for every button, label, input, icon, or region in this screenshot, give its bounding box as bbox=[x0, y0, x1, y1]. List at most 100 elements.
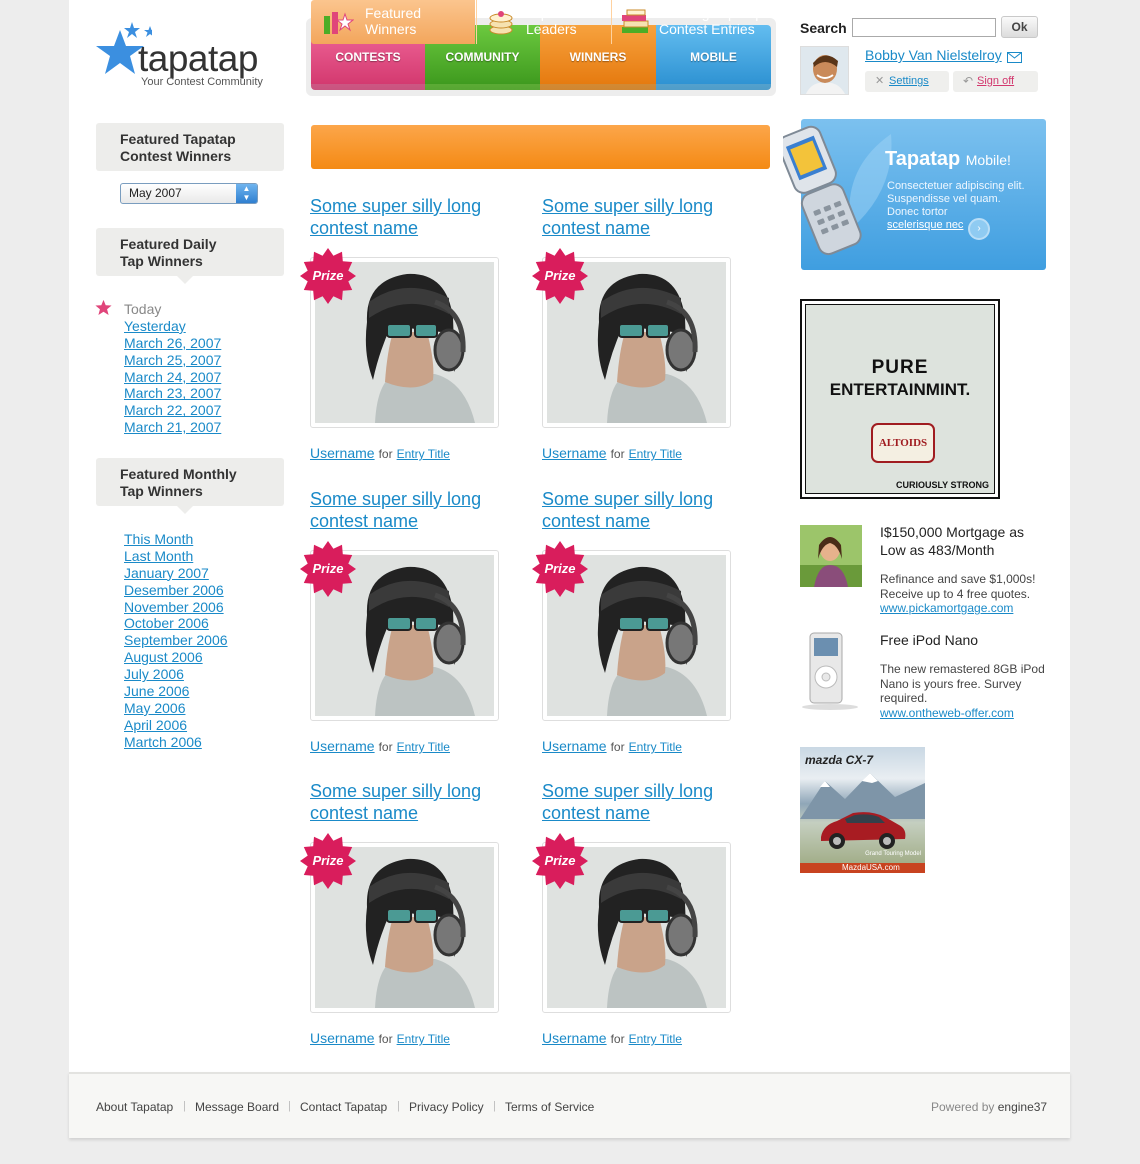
mobile-arrow-button[interactable]: › bbox=[968, 218, 990, 240]
search-ok-button[interactable]: Ok bbox=[1001, 16, 1038, 38]
entry-title-link[interactable]: Entry Title bbox=[397, 447, 450, 461]
settings-button[interactable]: ✕ Settings bbox=[865, 71, 949, 92]
ipod-nano-image[interactable] bbox=[800, 631, 862, 711]
trophy-icon bbox=[324, 12, 354, 34]
footer-link-terms[interactable]: Terms of Service bbox=[505, 1100, 594, 1114]
entry-title-link[interactable]: Entry Title bbox=[629, 447, 682, 461]
mortgage-ad-title[interactable]: I$150,000 Mortgage as Low as 483/Month bbox=[880, 523, 1050, 559]
subnav-featured-winners[interactable]: Featured Winners bbox=[311, 0, 475, 44]
contest-title-link[interactable]: Some super silly long contest name bbox=[310, 488, 510, 532]
daily-item[interactable]: March 22, 2007 bbox=[124, 402, 221, 419]
signoff-button[interactable]: ↶ Sign off bbox=[953, 71, 1038, 92]
featured-contest-heading: Featured Tapatap Contest Winners bbox=[96, 123, 284, 171]
footer-link-contact[interactable]: Contact Tapatap bbox=[300, 1100, 387, 1114]
select-arrows-icon: ▲ ▼ bbox=[236, 184, 257, 203]
daily-item[interactable]: March 26, 2007 bbox=[124, 335, 221, 352]
entry-title-link[interactable]: Entry Title bbox=[629, 1032, 682, 1046]
mobile-text: Consectetuer adipiscing elit. Suspendiss… bbox=[887, 180, 1025, 231]
entry-title-link[interactable]: Entry Title bbox=[397, 1032, 450, 1046]
entry-username-link[interactable]: Username bbox=[542, 738, 607, 754]
monthly-list: This Month Last Month January 2007 Desem… bbox=[124, 531, 228, 751]
monthly-item[interactable]: Desember 2006 bbox=[124, 582, 228, 599]
monthly-item[interactable]: November 2006 bbox=[124, 599, 228, 616]
daily-winners-heading: Featured Daily Tap Winners bbox=[96, 228, 284, 284]
ad-tagline: CURIOUSLY STRONG bbox=[895, 480, 989, 490]
monthly-item[interactable]: Martch 2006 bbox=[124, 734, 228, 751]
monthly-item[interactable]: September 2006 bbox=[124, 632, 228, 649]
daily-item[interactable]: March 23, 2007 bbox=[124, 385, 221, 402]
contest-byline: Username for Entry Title bbox=[542, 1030, 682, 1046]
phone-icon bbox=[783, 125, 862, 256]
mazda-caption: Grand Touring Model bbox=[865, 851, 921, 857]
contest-byline: Username for Entry Title bbox=[310, 1030, 450, 1046]
month-select[interactable]: May 2007 ▲ ▼ bbox=[120, 183, 258, 204]
daily-item[interactable]: March 25, 2007 bbox=[124, 352, 221, 369]
footer-link-privacy[interactable]: Privacy Policy bbox=[409, 1100, 484, 1114]
prize-badge: Prize bbox=[532, 833, 588, 889]
entry-username-link[interactable]: Username bbox=[310, 1030, 375, 1046]
contest-title-link[interactable]: Some super silly long contest name bbox=[542, 195, 742, 239]
entry-title-link[interactable]: Entry Title bbox=[629, 740, 682, 754]
monthly-winners-heading: Featured Monthly Tap Winners bbox=[96, 458, 284, 514]
daily-item-today: Today bbox=[124, 301, 162, 317]
monthly-item[interactable]: May 2006 bbox=[124, 700, 228, 717]
prize-badge: Prize bbox=[532, 248, 588, 304]
daily-item[interactable]: March 21, 2007 bbox=[124, 419, 221, 436]
ad-headline-1: PURE bbox=[871, 357, 929, 378]
footer-link-message-board[interactable]: Message Board bbox=[195, 1100, 279, 1114]
subnav-winning-entries[interactable]: Winning Tapatap Contest Entries bbox=[611, 0, 770, 44]
contest-byline: Username for Entry Title bbox=[542, 738, 682, 754]
footer-link-about[interactable]: About Tapatap bbox=[96, 1100, 173, 1114]
mazda-url-bar: MazdaUSA.com bbox=[800, 863, 925, 873]
mazda-ad[interactable]: mazda CX-7 Grand Touring Model MazdaUSA.… bbox=[800, 747, 925, 873]
prize-badge: Prize bbox=[300, 248, 356, 304]
monthly-item[interactable]: April 2006 bbox=[124, 717, 228, 734]
monthly-item[interactable]: This Month bbox=[124, 531, 228, 548]
winners-subnav bbox=[311, 125, 770, 169]
altoids-tin: ALTOIDS bbox=[871, 423, 935, 463]
monthly-item[interactable]: October 2006 bbox=[124, 615, 228, 632]
prize-badge: Prize bbox=[532, 541, 588, 597]
mail-icon[interactable] bbox=[1007, 52, 1022, 63]
ipod-ad-title[interactable]: Free iPod Nano bbox=[880, 631, 1050, 649]
subnav-tap-leaders[interactable]: Tap Leaders bbox=[476, 0, 610, 44]
contest-title-link[interactable]: Some super silly long contest name bbox=[310, 780, 510, 824]
daily-list: Today Yesterday March 26, 2007 March 25,… bbox=[124, 301, 221, 436]
ipod-ad-desc: The new remastered 8GB iPod Nano is your… bbox=[880, 662, 1045, 720]
search-label: Search bbox=[800, 20, 847, 36]
entry-username-link[interactable]: Username bbox=[542, 1030, 607, 1046]
contest-title-link[interactable]: Some super silly long contest name bbox=[542, 780, 742, 824]
logo-tagline: Your Contest Community bbox=[141, 76, 263, 88]
mortgage-ad-desc: Refinance and save $1,000s! Receive up t… bbox=[880, 572, 1045, 616]
monthly-item[interactable]: July 2006 bbox=[124, 666, 228, 683]
contest-byline: Username for Entry Title bbox=[310, 738, 450, 754]
daily-item[interactable]: March 24, 2007 bbox=[124, 369, 221, 386]
contest-title-link[interactable]: Some super silly long contest name bbox=[310, 195, 510, 239]
monthly-item[interactable]: June 2006 bbox=[124, 683, 228, 700]
mortgage-ad-url[interactable]: www.pickamortgage.com bbox=[880, 601, 1045, 616]
mazda-logo: mazda CX-7 bbox=[805, 753, 874, 767]
monthly-item[interactable]: Last Month bbox=[124, 548, 228, 565]
entry-username-link[interactable]: Username bbox=[310, 738, 375, 754]
mobile-title: Tapatap Mobile! bbox=[885, 148, 1011, 170]
monthly-item[interactable]: August 2006 bbox=[124, 649, 228, 666]
contest-byline: Username for Entry Title bbox=[310, 445, 450, 461]
contest-title-link[interactable]: Some super silly long contest name bbox=[542, 488, 742, 532]
mobile-link[interactable]: scelerisque nec bbox=[887, 219, 963, 231]
search-input[interactable] bbox=[852, 18, 996, 37]
coins-icon bbox=[489, 11, 513, 35]
footer-separator: | bbox=[397, 1100, 400, 1112]
prize-badge: Prize bbox=[300, 833, 356, 889]
daily-item[interactable]: Yesterday bbox=[124, 318, 221, 335]
user-avatar[interactable] bbox=[800, 46, 849, 95]
mortgage-ad-photo[interactable] bbox=[800, 525, 862, 587]
altoids-ad[interactable]: PURE ENTERTAINMINT. ALTOIDS CURIOUSLY ST… bbox=[800, 299, 1000, 499]
entry-username-link[interactable]: Username bbox=[542, 445, 607, 461]
prize-badge: Prize bbox=[300, 541, 356, 597]
monthly-item[interactable]: January 2007 bbox=[124, 565, 228, 582]
entry-username-link[interactable]: Username bbox=[310, 445, 375, 461]
ipod-ad-url[interactable]: www.ontheweb-offer.com bbox=[880, 706, 1045, 721]
username-link[interactable]: Bobby Van Nielstelroy bbox=[865, 47, 1002, 63]
entry-title-link[interactable]: Entry Title bbox=[397, 740, 450, 754]
today-star-icon bbox=[95, 299, 112, 315]
